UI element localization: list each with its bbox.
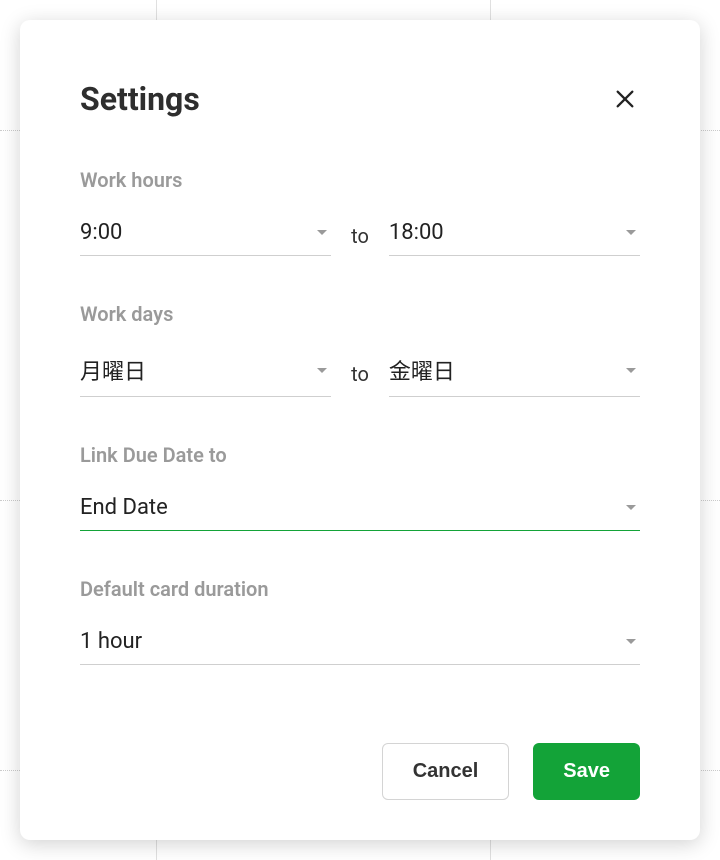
chevron-down-icon <box>626 505 636 510</box>
default-duration-group: Default card duration 1 hour <box>80 577 640 665</box>
save-button[interactable]: Save <box>533 743 640 800</box>
modal-footer: Cancel Save <box>80 743 640 800</box>
chevron-down-icon <box>317 230 327 235</box>
select-value: 1 hour <box>80 629 142 654</box>
default-duration-label: Default card duration <box>80 577 640 601</box>
work-hours-row: 9:00 to 18:00 <box>80 214 640 256</box>
select-value: 9:00 <box>80 220 122 245</box>
work-days-row: 月曜日 to 金曜日 <box>80 348 640 397</box>
link-due-date-select[interactable]: End Date <box>80 489 640 531</box>
chevron-down-icon <box>626 368 636 373</box>
settings-modal: Settings Work hours 9:00 to 18:00 Work d… <box>20 20 700 840</box>
link-due-date-label: Link Due Date to <box>80 443 640 467</box>
select-value: 18:00 <box>389 220 444 245</box>
work-hours-from-select[interactable]: 9:00 <box>80 214 331 256</box>
chevron-down-icon <box>626 230 636 235</box>
range-to-label: to <box>351 360 369 386</box>
chevron-down-icon <box>317 368 327 373</box>
select-value: 金曜日 <box>389 354 455 386</box>
work-days-to-select[interactable]: 金曜日 <box>389 348 640 397</box>
work-days-group: Work days 月曜日 to 金曜日 <box>80 302 640 397</box>
link-due-date-group: Link Due Date to End Date <box>80 443 640 531</box>
close-button[interactable] <box>610 84 640 114</box>
chevron-down-icon <box>626 639 636 644</box>
work-days-label: Work days <box>80 302 640 326</box>
work-days-from-select[interactable]: 月曜日 <box>80 348 331 397</box>
select-value: End Date <box>80 495 168 520</box>
range-to-label: to <box>351 222 369 248</box>
work-hours-group: Work hours 9:00 to 18:00 <box>80 168 640 256</box>
close-icon <box>614 88 636 110</box>
work-hours-to-select[interactable]: 18:00 <box>389 214 640 256</box>
modal-header: Settings <box>80 80 640 118</box>
work-hours-label: Work hours <box>80 168 640 192</box>
modal-title: Settings <box>80 80 200 118</box>
default-duration-select[interactable]: 1 hour <box>80 623 640 665</box>
select-value: 月曜日 <box>80 354 146 386</box>
cancel-button[interactable]: Cancel <box>382 743 510 800</box>
